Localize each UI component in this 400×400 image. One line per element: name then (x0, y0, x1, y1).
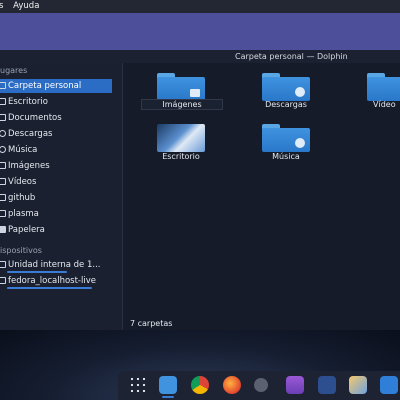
devices-heading: ispositivos (0, 246, 42, 255)
menu-item-help[interactable]: Ayuda (13, 1, 39, 11)
active-indicator (162, 396, 174, 398)
sidebar-item-label: Descargas (8, 129, 53, 139)
terminal-icon[interactable] (318, 376, 336, 394)
downloads-icon (0, 130, 6, 137)
file-label-desktop[interactable]: Escritorio (141, 152, 221, 161)
sidebar-item-trash[interactable]: Papelera (0, 223, 112, 237)
file-view: Imágenes Descargas Vídeo Escritorio Músi… (123, 63, 400, 330)
chrome-icon[interactable] (191, 376, 209, 394)
sidebar-item-images[interactable]: Imágenes (0, 159, 112, 173)
file-label-music[interactable]: Música (246, 152, 326, 161)
documents-icon (0, 114, 6, 121)
trash-icon (0, 226, 6, 233)
folder-videos[interactable] (367, 73, 400, 101)
status-text: 7 carpetas (130, 319, 173, 328)
status-bar: 7 carpetas (123, 317, 400, 330)
folder-body (367, 77, 400, 101)
desktop-icon (0, 98, 6, 105)
sidebar-item-label: Vídeos (8, 177, 37, 187)
images-icon (0, 162, 6, 169)
settings-icon[interactable] (254, 378, 268, 392)
image-icon (190, 89, 200, 97)
firefox-icon[interactable] (223, 376, 241, 394)
folder-icon (0, 194, 6, 201)
sidebar-item-videos[interactable]: Vídeos (0, 175, 112, 189)
drive-usage-bar (7, 287, 92, 289)
window-title: Carpeta personal — Dolphin (235, 52, 348, 61)
folder-downloads[interactable] (262, 73, 310, 101)
sidebar: ugares Carpeta personal Escritorio Docum… (0, 63, 123, 330)
folder-icon (0, 210, 6, 217)
drive-icon (0, 261, 6, 268)
sidebar-item-music[interactable]: Música (0, 143, 112, 157)
image-viewer-icon[interactable] (349, 376, 367, 394)
download-icon (295, 87, 305, 97)
app-launcher-icon[interactable] (129, 376, 147, 394)
app-icon[interactable] (380, 376, 398, 394)
sidebar-item-github[interactable]: github (0, 191, 112, 205)
sidebar-item-label: Música (8, 145, 38, 155)
file-label-downloads[interactable]: Descargas (246, 100, 326, 109)
folder-music[interactable] (262, 124, 310, 152)
sidebar-item-label: Imágenes (8, 161, 50, 171)
sidebar-item-desktop[interactable]: Escritorio (0, 95, 112, 109)
sidebar-item-documents[interactable]: Documentos (0, 111, 112, 125)
store-icon[interactable] (286, 376, 304, 394)
file-label-videos[interactable]: Vídeo (351, 100, 400, 109)
sidebar-item-downloads[interactable]: Descargas (0, 127, 112, 141)
file-manager-icon[interactable] (159, 376, 177, 394)
drive-icon (0, 277, 6, 284)
sidebar-item-label: Papelera (8, 225, 45, 235)
home-icon (0, 82, 6, 89)
sidebar-item-label: Carpeta personal (8, 81, 82, 91)
music-note-icon (295, 138, 305, 148)
menu-bar: s Ayuda (0, 0, 400, 13)
sidebar-item-label: Unidad interna de 1... (8, 260, 101, 270)
sidebar-item-label: Escritorio (8, 97, 48, 107)
desktop-folder-thumbnail[interactable] (157, 124, 205, 152)
window-title-bar: Carpeta personal — Dolphin (0, 50, 400, 63)
sidebar-item-fedora-live[interactable]: fedora_localhost-live (0, 274, 112, 288)
sidebar-item-label: plasma (8, 209, 39, 219)
menu-item-fragment[interactable]: s (0, 1, 3, 11)
sidebar-item-plasma[interactable]: plasma (0, 207, 112, 221)
sidebar-item-label: fedora_localhost-live (8, 276, 96, 286)
music-icon (0, 146, 6, 153)
toolbar (0, 13, 400, 50)
drive-usage-bar (7, 271, 67, 273)
sidebar-item-label: github (8, 193, 36, 203)
sidebar-item-label: Documentos (8, 113, 62, 123)
sidebar-item-internal-drive[interactable]: Unidad interna de 1... (0, 258, 112, 272)
places-heading: ugares (0, 66, 28, 75)
videos-icon (0, 178, 6, 185)
sidebar-item-home[interactable]: Carpeta personal (0, 79, 112, 93)
file-label-images[interactable]: Imágenes (141, 99, 223, 110)
folder-images[interactable] (157, 73, 205, 101)
